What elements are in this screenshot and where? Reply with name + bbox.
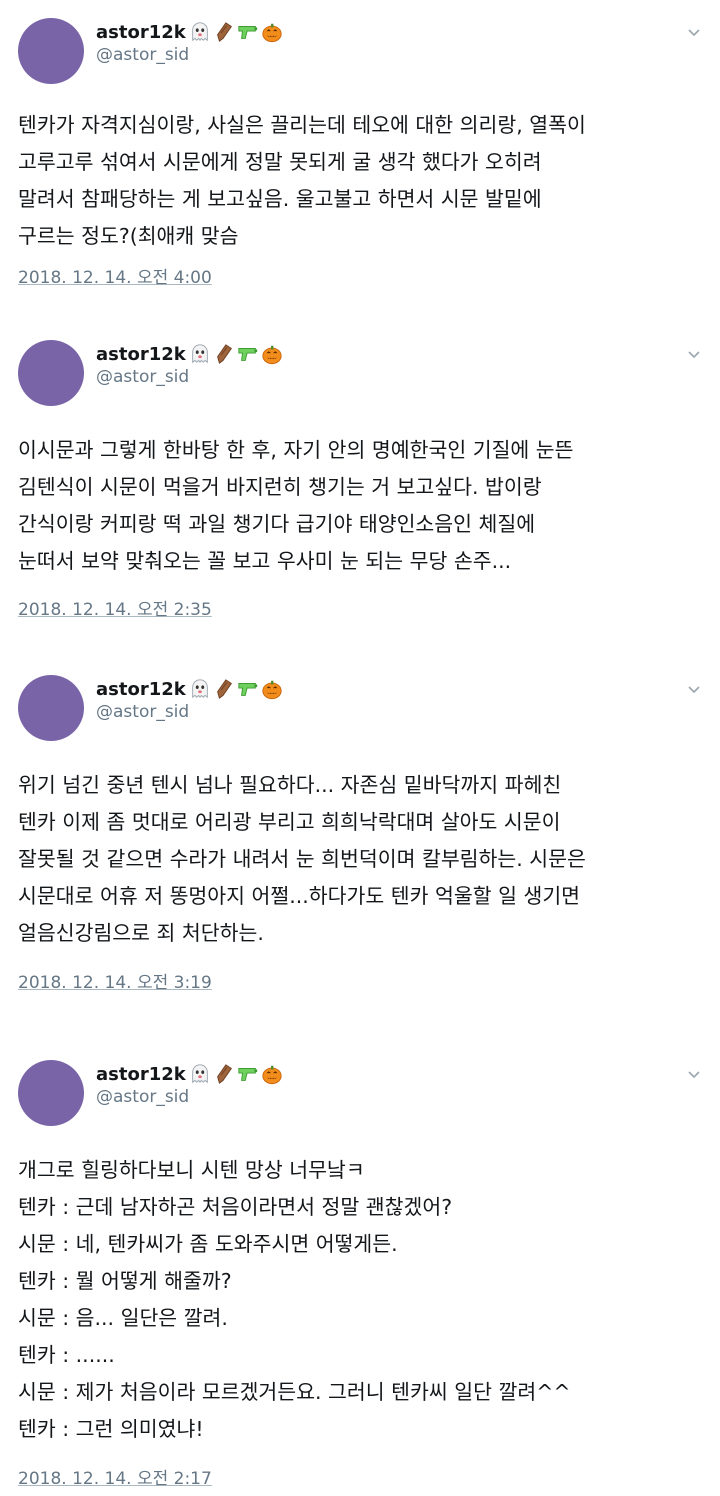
jack-o-lantern-icon <box>262 345 282 365</box>
tweet-text: 텐카가 자격지심이랑, 사실은 끌리는데 테오에 대한 의리랑, 열폭이 고루고… <box>18 107 708 255</box>
avatar[interactable] <box>18 1060 84 1126</box>
author-row: astor12k <box>96 20 283 44</box>
coffin-icon <box>216 1064 232 1084</box>
handle[interactable]: @astor_sid <box>96 702 189 722</box>
tweet-line: 구르는 정도?(최애캐 맞슴 <box>18 224 239 248</box>
timestamp-link[interactable]: 2018. 12. 14. 오전 2:17 <box>18 1464 212 1489</box>
display-name[interactable]: astor12k <box>96 679 186 700</box>
chevron-down-icon[interactable] <box>684 22 704 42</box>
coffin-icon <box>216 344 232 364</box>
tweet-line: 텐카가 자격지심이랑, 사실은 끌리는데 테오에 대한 의리랑, 열폭이 <box>18 113 586 137</box>
water-pistol-icon <box>238 348 257 361</box>
name-emojis <box>189 21 283 43</box>
tweet-line: 위기 넘긴 중년 텐시 넘나 필요하다... 자존심 밑바닥까지 파헤친 <box>18 773 562 797</box>
display-name[interactable]: astor12k <box>96 22 186 43</box>
handle[interactable]: @astor_sid <box>96 1087 189 1107</box>
tweet-line: 텐카 이제 좀 멋대로 어리광 부리고 희희낙락대며 살아도 시문이 <box>18 810 561 834</box>
tweet-line: 간식이랑 커피랑 떡 과일 챙기다 급기야 태양인소음인 체질에 <box>18 512 536 536</box>
tweet-line: 텐카 : 뭘 어떻게 해줄까? <box>18 1269 232 1293</box>
water-pistol-icon <box>238 1068 257 1081</box>
tweet-line: 시문 : 네, 텐카씨가 좀 도와주시면 어떻게든. <box>18 1232 398 1256</box>
tweet-text: 개그로 힐링하다보니 시텐 망상 너무낰ㅋ 텐카 : 근데 남자하곤 처음이라면… <box>18 1152 708 1448</box>
tweet-text: 이시문과 그렇게 한바탕 한 후, 자기 안의 명예한국인 기질에 눈뜬 김텐식… <box>18 432 708 580</box>
tweet-line: 시문 : 음... 일단은 깔려. <box>18 1306 228 1330</box>
tweet-line: 텐카 : ...... <box>18 1343 115 1367</box>
jack-o-lantern-icon <box>262 1065 282 1085</box>
avatar[interactable] <box>18 675 84 741</box>
tweet-line: 시문 : 제가 처음이라 모르겠거든요. 그러니 텐카씨 일단 깔려^^ <box>18 1380 571 1404</box>
tweet-text: 위기 넘긴 중년 텐시 넘나 필요하다... 자존심 밑바닥까지 파헤친 텐카 … <box>18 767 708 952</box>
author-row: astor12k <box>96 677 283 701</box>
handle[interactable]: @astor_sid <box>96 45 189 65</box>
tweet-line: 텐카 : 근데 남자하곤 처음이라면서 정말 괜찮겠어? <box>18 1195 453 1219</box>
tweet-line: 고루고루 섞여서 시문에게 정말 못되게 굴 생각 했다가 오히려 <box>18 150 542 174</box>
name-emojis <box>189 343 283 365</box>
ghost-icon <box>191 1064 208 1084</box>
timestamp-link[interactable]: 2018. 12. 14. 오전 4:00 <box>18 263 212 288</box>
handle[interactable]: @astor_sid <box>96 367 189 387</box>
jack-o-lantern-icon <box>262 23 282 43</box>
tweet-line: 얼음신강림으로 죄 처단하는. <box>18 921 264 945</box>
tweet-line: 눈떠서 보약 맞춰오는 꼴 보고 우사미 눈 되는 무당 손주... <box>18 549 512 573</box>
tweet-line: 개그로 힐링하다보니 시텐 망상 너무낰ㅋ <box>18 1158 365 1182</box>
ghost-icon <box>191 679 208 699</box>
tweet-line: 시문대로 어휴 저 똥멍아지 어쩔...하다가도 텐카 억울할 일 생기면 <box>18 884 581 908</box>
ghost-icon <box>191 22 208 42</box>
jack-o-lantern-icon <box>262 680 282 700</box>
tweet-line: 김텐식이 시문이 먹을거 바지런히 챙기는 거 보고싶다. 밥이랑 <box>18 475 542 499</box>
water-pistol-icon <box>238 683 257 696</box>
chevron-down-icon[interactable] <box>684 679 704 699</box>
ghost-icon <box>191 344 208 364</box>
tweet-line: 이시문과 그렇게 한바탕 한 후, 자기 안의 명예한국인 기질에 눈뜬 <box>18 438 574 462</box>
author-row: astor12k <box>96 1062 283 1086</box>
tweet-line: 잘못될 것 같으면 수라가 내려서 눈 희번덕이며 칼부림하는. 시문은 <box>18 847 586 871</box>
avatar[interactable] <box>18 18 84 84</box>
coffin-icon <box>216 679 232 699</box>
coffin-icon <box>216 22 232 42</box>
name-emojis <box>189 1063 283 1085</box>
display-name[interactable]: astor12k <box>96 344 186 365</box>
chevron-down-icon[interactable] <box>684 344 704 364</box>
water-pistol-icon <box>238 26 257 39</box>
name-emojis <box>189 678 283 700</box>
timestamp-link[interactable]: 2018. 12. 14. 오전 3:19 <box>18 968 212 993</box>
avatar[interactable] <box>18 340 84 406</box>
chevron-down-icon[interactable] <box>684 1064 704 1084</box>
timestamp-link[interactable]: 2018. 12. 14. 오전 2:35 <box>18 595 212 620</box>
tweet-line: 말려서 참패당하는 게 보고싶음. 울고불고 하면서 시문 발밑에 <box>18 187 542 211</box>
author-row: astor12k <box>96 342 283 366</box>
tweet-line: 텐카 : 그런 의미였냐! <box>18 1417 204 1441</box>
display-name[interactable]: astor12k <box>96 1064 186 1085</box>
